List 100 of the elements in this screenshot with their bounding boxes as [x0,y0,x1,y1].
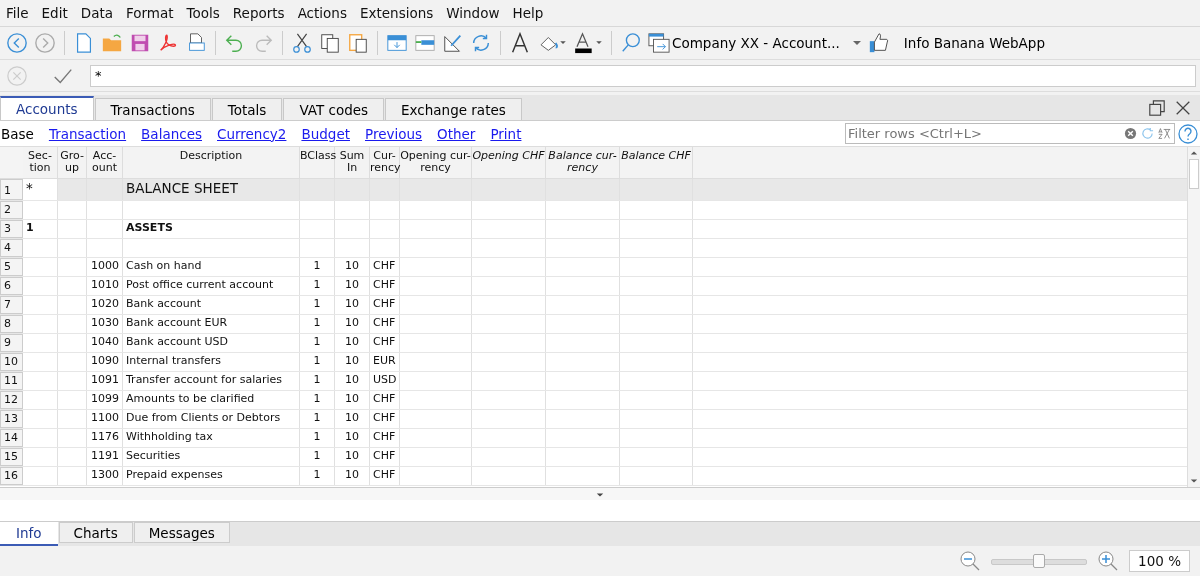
row-number[interactable]: 8 [0,315,23,333]
forward-icon[interactable] [34,32,56,54]
table-cell: 1 [300,448,335,466]
zoom-out-icon[interactable] [959,550,982,572]
font-icon[interactable] [509,32,531,54]
info-button[interactable]: Info Banana WebApp [903,35,1045,51]
row-number[interactable]: 4 [0,239,23,257]
scroll-down-icon[interactable] [1190,478,1198,484]
sort-icon[interactable] [1158,127,1171,140]
search-icon[interactable] [620,32,642,54]
row-number[interactable]: 13 [0,410,23,428]
row-number[interactable]: 2 [0,201,23,219]
table-cell: USD [370,372,400,390]
refresh-icon[interactable] [470,32,492,54]
table-cell: 1 [300,258,335,276]
save-icon[interactable] [129,32,151,54]
tab[interactable]: Info [0,522,58,546]
row-number[interactable]: 12 [0,391,23,409]
back-icon[interactable] [6,32,28,54]
row-number[interactable]: 10 [0,353,23,371]
table-cell: Amounts to be clarified [123,391,300,409]
row-number[interactable]: 3 [0,220,23,238]
table-cell: 1191 [87,448,123,466]
font-color-icon[interactable] [573,32,603,54]
menu-item[interactable]: Tools [186,5,220,21]
row-number[interactable]: 16 [0,467,23,485]
splitter-arrow-icon[interactable] [596,492,604,498]
tab[interactable]: Exchange rates [385,98,522,120]
zoom-in-icon[interactable] [1097,550,1120,572]
insert-row-icon[interactable] [386,32,408,54]
tab[interactable]: VAT codes [283,98,385,120]
table-cell: 10 [335,429,370,447]
menu-item[interactable]: Reports [232,5,285,21]
tab[interactable]: Totals [211,98,283,120]
column-header: BClass [300,147,335,178]
zoom-slider[interactable] [991,554,1088,568]
row-number[interactable]: 5 [0,258,23,276]
table-cell: Bank account EUR [123,315,300,333]
table-cell: 1040 [87,334,123,352]
view-link[interactable]: Balances [141,125,202,142]
row-number[interactable]: 6 [0,277,23,295]
menu-item[interactable]: Extensions [359,5,434,21]
tab[interactable]: Messages [133,522,230,543]
table-cell: 10 [335,315,370,333]
table-cell: 1 [300,391,335,409]
table-cell: CHF [370,410,400,428]
delete-row-icon[interactable] [414,32,436,54]
close-icon[interactable] [1174,99,1192,117]
view-link[interactable]: Currency2 [217,125,287,142]
table-cell: 1099 [87,391,123,409]
scroll-up-icon[interactable] [1190,150,1198,156]
row-number[interactable]: 1 [0,179,23,200]
table-cell: Transfer account for salaries [123,372,300,390]
clear-icon[interactable] [1124,127,1137,140]
menu-item[interactable]: File [6,5,29,21]
cell-input-field[interactable]: * [90,64,1196,87]
thumbs-up-icon[interactable] [867,32,890,54]
pdf-icon[interactable] [157,32,179,54]
menu-item[interactable]: Help [512,5,544,21]
column-header: Opening cur- rency [400,147,472,178]
row-number[interactable]: 9 [0,334,23,352]
table-cell: 10 [335,467,370,485]
table-cell: CHF [370,296,400,314]
view-link[interactable]: Transaction [48,125,127,142]
view-link[interactable]: Budget [301,125,350,142]
menu-item[interactable]: Edit [41,5,68,21]
row-number[interactable]: 14 [0,429,23,447]
paste-icon[interactable] [347,32,369,54]
view-link[interactable]: Print [490,125,522,142]
table-cell: 1000 [87,258,123,276]
tab[interactable]: Transactions [94,98,211,120]
row-number[interactable]: 15 [0,448,23,466]
table-cell: CHF [370,258,400,276]
menu-item[interactable]: Window [446,5,500,21]
scrollbar-thumb[interactable] [1189,159,1199,189]
triangle-ruler-icon[interactable] [442,32,464,54]
current-view-label[interactable]: Base [1,125,34,142]
tab[interactable]: Accounts [0,96,94,120]
column-header: Balance CHF [620,147,693,178]
filter-field[interactable]: Filter rows <Ctrl+L> [845,123,1175,144]
tab[interactable]: Charts [58,522,133,543]
menu-item[interactable]: Data [80,5,113,21]
row-number[interactable]: 11 [0,372,23,390]
copy-icon[interactable] [319,32,341,54]
help-icon[interactable] [1178,123,1198,144]
table-cell: 1030 [87,315,123,333]
row-number[interactable]: 7 [0,296,23,314]
table-cell: EUR [370,353,400,371]
table-cell: 10 [335,334,370,352]
menu-item[interactable]: Actions [297,5,347,21]
column-header: Gro- up [58,147,87,178]
menu-item[interactable]: Format [126,5,174,21]
cut-icon[interactable] [291,32,313,54]
file-selector[interactable]: Company XX - Account... [648,32,862,54]
view-link[interactable]: Other [437,125,476,142]
restore-window-icon[interactable] [1148,99,1166,117]
table-cell: 1 [300,334,335,352]
view-link[interactable]: Previous [365,125,423,142]
table-cell: 1091 [87,372,123,390]
column-header: Opening CHF [472,147,546,178]
